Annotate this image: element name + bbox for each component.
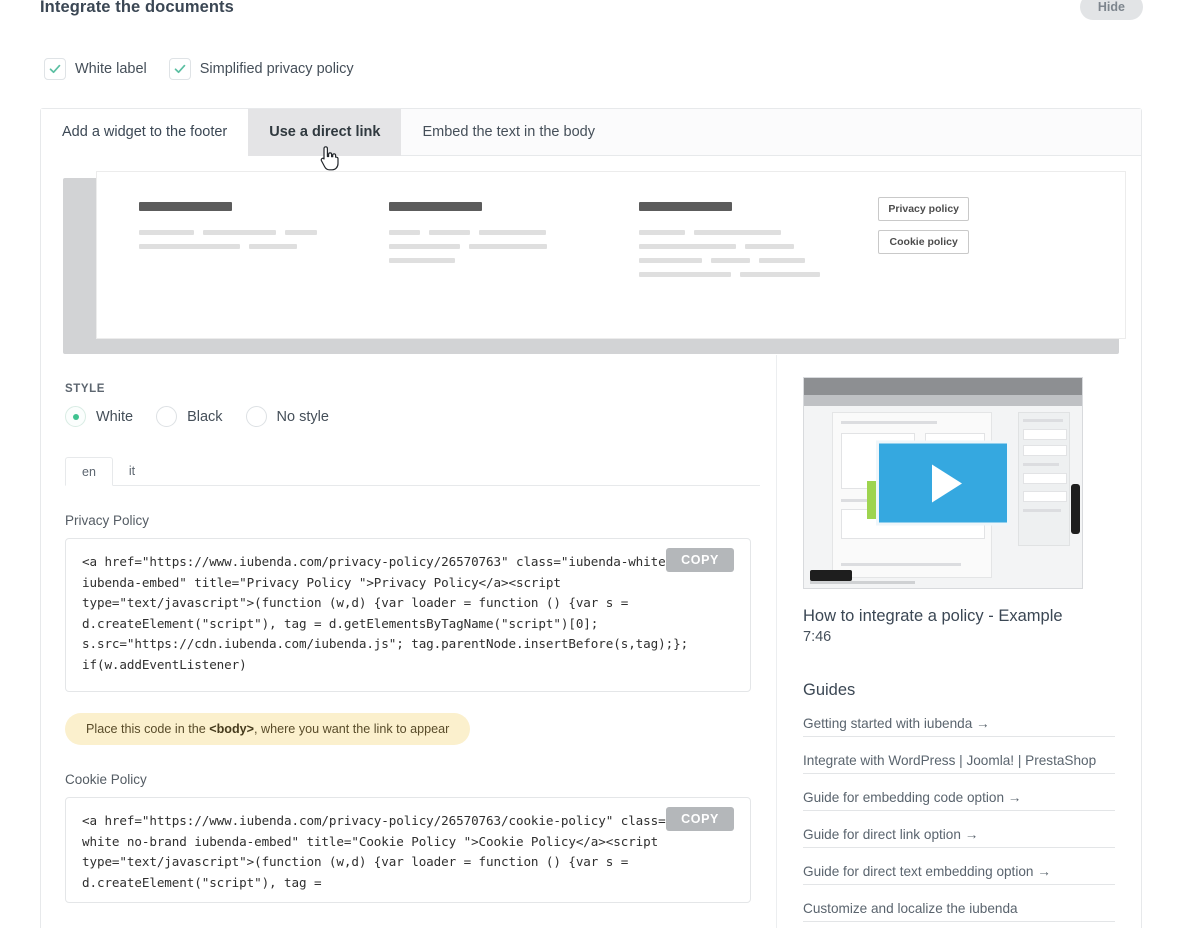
thumbnail-side-panel bbox=[1018, 412, 1070, 546]
integrate-documents-page: Integrate the documents Hide White label… bbox=[0, 0, 1200, 928]
note-suffix: , where you want the link to appear bbox=[254, 722, 450, 736]
video-thumbnail[interactable] bbox=[803, 377, 1083, 589]
radio-label: Black bbox=[187, 408, 223, 425]
radio-selected-icon bbox=[65, 406, 86, 427]
placeholder-heading bbox=[389, 202, 482, 211]
thumbnail-browser-chrome bbox=[804, 378, 1082, 395]
style-section-label: STYLE bbox=[65, 383, 106, 395]
tab-embed-text-in-body[interactable]: Embed the text in the body bbox=[401, 109, 616, 156]
hide-button[interactable]: Hide bbox=[1079, 0, 1143, 20]
footer-column bbox=[139, 202, 389, 286]
video-duration: 7:46 bbox=[803, 629, 832, 645]
guide-link-direct-link[interactable]: Guide for direct link option → bbox=[803, 825, 1115, 848]
video-title: How to integrate a policy - Example bbox=[803, 607, 1063, 625]
radio-style-no-style[interactable]: No style bbox=[245, 406, 329, 427]
guide-link-customize-localize[interactable]: Customize and localize the iubenda bbox=[803, 899, 1115, 922]
footer-column bbox=[389, 202, 639, 286]
privacy-policy-code-box[interactable]: <a href="https://www.iubenda.com/privacy… bbox=[65, 538, 751, 692]
note-strong: <body> bbox=[209, 722, 255, 736]
language-tab-en[interactable]: en bbox=[65, 457, 113, 486]
language-tabs: en it bbox=[65, 457, 760, 486]
thumbnail-device-strip bbox=[1071, 484, 1080, 534]
privacy-policy-code: <a href="https://www.iubenda.com/privacy… bbox=[82, 554, 741, 672]
integration-tabs: Add a widget to the footer Use a direct … bbox=[41, 109, 1141, 171]
footer-preview: Privacy policy Cookie policy bbox=[63, 171, 1126, 354]
thumbnail-logo-badge bbox=[810, 570, 852, 581]
thumbnail-browser-toolbar bbox=[804, 395, 1082, 406]
radio-label: White bbox=[96, 408, 134, 425]
radio-style-black[interactable]: Black bbox=[156, 406, 223, 427]
radio-empty-icon bbox=[156, 406, 178, 427]
note-prefix: Place this code in the bbox=[86, 722, 210, 736]
integration-card: Add a widget to the footer Use a direct … bbox=[40, 108, 1142, 928]
preview-privacy-policy-button[interactable]: Privacy policy bbox=[878, 197, 969, 221]
privacy-policy-heading: Privacy Policy bbox=[65, 513, 150, 528]
copy-privacy-code-button[interactable]: COPY bbox=[666, 548, 734, 572]
radio-empty-icon bbox=[245, 406, 267, 427]
checkbox-label: Simplified privacy policy bbox=[199, 61, 354, 77]
guide-link-embedding-code[interactable]: Guide for embedding code option → bbox=[803, 788, 1115, 811]
checkbox-white-label[interactable]: White label bbox=[44, 58, 147, 80]
play-icon[interactable] bbox=[876, 440, 1010, 526]
guide-link-integrate-cms[interactable]: Integrate with WordPress | Joomla! | Pre… bbox=[803, 751, 1115, 774]
footer-column bbox=[639, 202, 889, 286]
radio-style-white[interactable]: White bbox=[65, 406, 133, 427]
preview-policy-buttons: Privacy policy Cookie policy bbox=[878, 197, 969, 254]
page-title: Integrate the documents bbox=[40, 0, 234, 16]
right-sidebar: How to integrate a policy - Example 7:46… bbox=[776, 355, 1141, 928]
card-body: STYLE White Black No style en it Privacy… bbox=[41, 355, 1141, 928]
radio-label: No style bbox=[276, 408, 329, 425]
check-icon bbox=[44, 58, 66, 80]
thumbnail-bottom-line bbox=[810, 581, 915, 584]
tab-add-widget-to-footer[interactable]: Add a widget to the footer bbox=[41, 109, 249, 156]
placement-note: Place this code in the <body>, where you… bbox=[65, 713, 471, 745]
guide-link-direct-text-embedding[interactable]: Guide for direct text embedding option → bbox=[803, 862, 1115, 885]
options-row: White label Simplified privacy policy bbox=[44, 58, 354, 80]
tab-use-a-direct-link[interactable]: Use a direct link bbox=[248, 109, 402, 156]
checkbox-label: White label bbox=[75, 61, 147, 77]
check-icon bbox=[168, 58, 191, 80]
guides-list: Getting started with iubenda → Integrate… bbox=[803, 714, 1115, 922]
guide-link-getting-started[interactable]: Getting started with iubenda → bbox=[803, 714, 1115, 737]
cookie-policy-code-box[interactable]: <a href="https://www.iubenda.com/privacy… bbox=[65, 797, 751, 903]
guides-heading: Guides bbox=[803, 681, 856, 699]
copy-cookie-code-button[interactable]: COPY bbox=[666, 807, 734, 831]
placeholder-heading bbox=[639, 202, 732, 211]
cookie-policy-heading: Cookie Policy bbox=[65, 772, 147, 787]
style-radio-group: White Black No style bbox=[65, 406, 776, 427]
left-pane: STYLE White Black No style en it Privacy… bbox=[41, 355, 776, 928]
cookie-policy-code: <a href="https://www.iubenda.com/privacy… bbox=[82, 813, 733, 890]
preview-cookie-policy-button[interactable]: Cookie policy bbox=[878, 230, 969, 254]
placeholder-heading bbox=[139, 202, 232, 211]
language-tab-it[interactable]: it bbox=[113, 457, 151, 485]
footer-preview-canvas: Privacy policy Cookie policy bbox=[96, 171, 1126, 339]
checkbox-simplified-privacy-policy[interactable]: Simplified privacy policy bbox=[168, 58, 354, 80]
